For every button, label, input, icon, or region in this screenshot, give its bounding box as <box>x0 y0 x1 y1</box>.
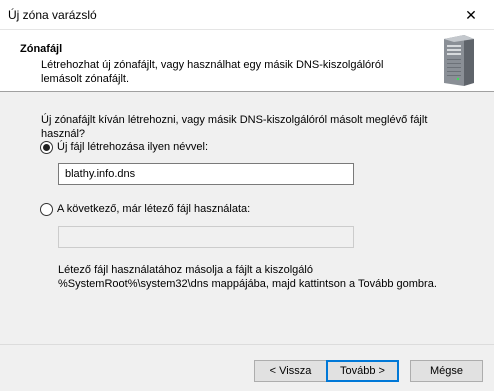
back-button[interactable]: < Vissza <box>254 360 327 382</box>
radio-new-file[interactable] <box>40 140 53 154</box>
title-bar: Új zóna varázsló ✕ <box>0 0 494 30</box>
wizard-header: Zónafájl Létrehozhat új zónafájlt, vagy … <box>0 30 494 92</box>
cancel-button[interactable]: Mégse <box>410 360 483 382</box>
info-text: Létező fájl használatához másolja a fájl… <box>58 264 437 290</box>
option-existing-file-label: A következő, már létező fájl használata: <box>57 203 251 215</box>
window-title: Új zóna varázsló <box>8 8 97 22</box>
option-existing-file[interactable]: A következő, már létező fájl használata: <box>40 202 250 216</box>
option-new-file[interactable]: Új fájl létrehozása ilyen névvel: <box>40 140 208 154</box>
radio-existing-file[interactable] <box>40 202 53 216</box>
next-button[interactable]: Tovább > <box>326 360 399 382</box>
question-text: Új zónafájlt kíván létrehozni, vagy mási… <box>41 114 428 140</box>
close-icon: ✕ <box>465 6 477 23</box>
option-new-file-label: Új fájl létrehozása ilyen névvel: <box>57 141 209 153</box>
page-title: Zónafájl <box>20 43 63 55</box>
close-button[interactable]: ✕ <box>448 0 494 30</box>
new-file-name-input[interactable] <box>58 163 354 185</box>
page-subtitle: Létrehozhat új zónafájlt, vagy használha… <box>41 59 384 85</box>
existing-file-name-input[interactable] <box>58 226 354 248</box>
server-icon <box>444 35 474 86</box>
footer-divider <box>0 344 494 345</box>
